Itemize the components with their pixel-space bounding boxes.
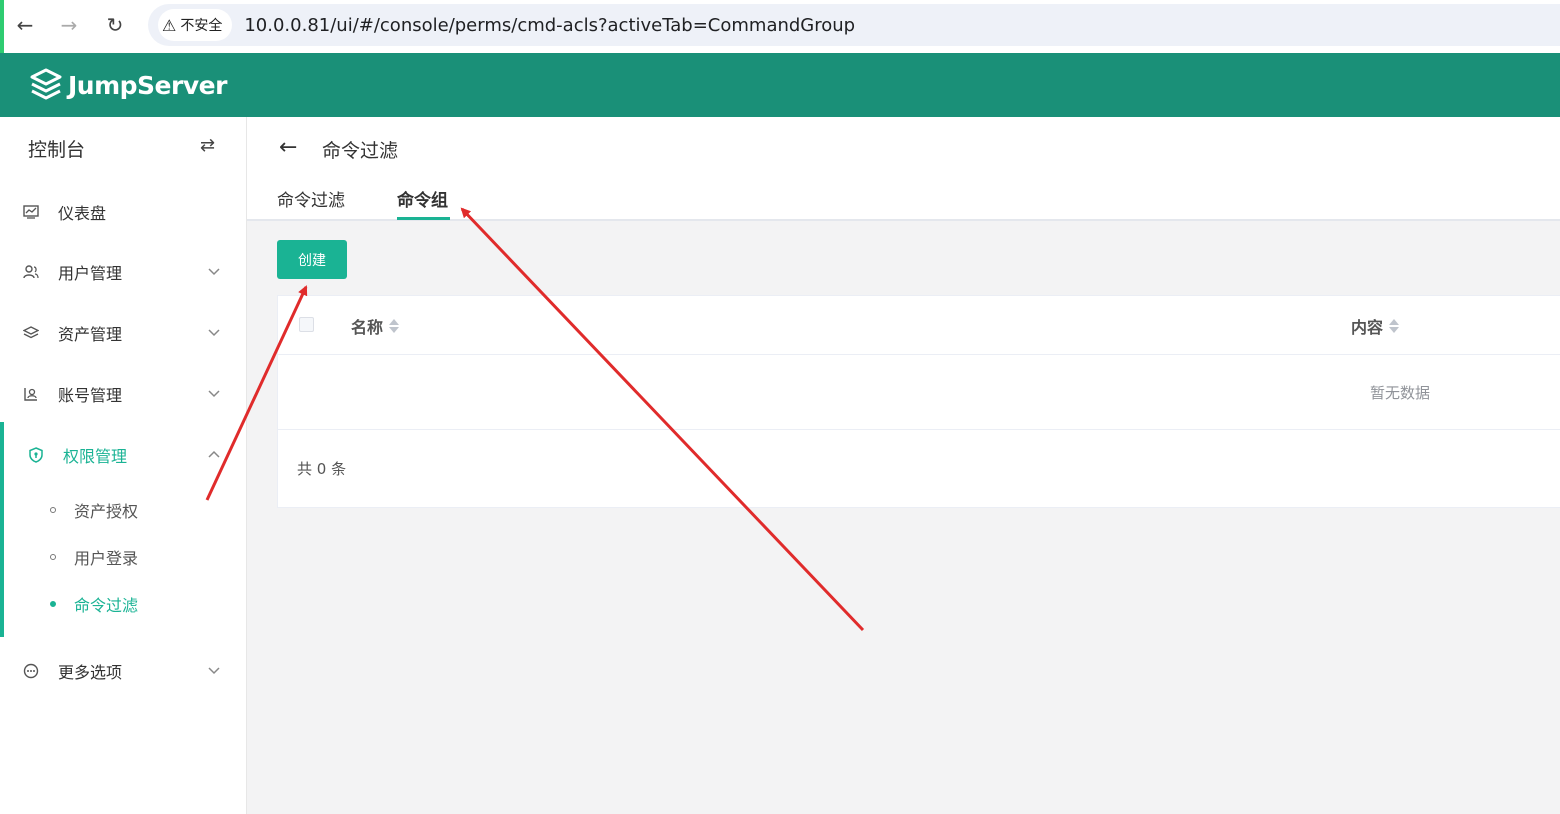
forward-icon[interactable]: → [52,8,86,42]
sidebar-item-more[interactable]: 更多选项 [0,641,246,701]
chevron-up-icon [208,450,220,458]
sidebar-title: 控制台 [28,139,86,161]
sidebar-item-label: 更多选项 [58,663,123,682]
dashboard-icon [22,203,40,221]
sidebar-subitem-asset-perms[interactable]: 资产授权 [50,498,138,522]
address-bar[interactable]: ⚠ 不安全 10.0.0.81/ui/#/console/perms/cmd-a… [148,4,1560,46]
page-title: 命令过滤 [322,140,399,162]
app-header: JumpServer [0,53,1560,117]
sort-icon[interactable] [389,319,400,333]
select-all-checkbox[interactable] [299,317,314,332]
security-label: 不安全 [180,18,223,34]
column-header-label: 内容 [1351,318,1384,337]
sidebar-subitem-label: 命令过滤 [74,596,139,615]
sidebar: 控制台 ⇄ 仪表盘 用户管理 资产管理 账号管理 权限管理 资产授权 用户登录 … [0,117,247,814]
sort-icon[interactable] [1389,319,1400,333]
chevron-down-icon [208,667,220,675]
bullet-icon [50,601,56,607]
back-arrow-icon[interactable]: ← [279,135,297,160]
back-icon[interactable]: ← [8,8,42,42]
chevron-down-icon [208,268,220,276]
sidebar-item-label: 用户管理 [58,264,123,283]
chevron-down-icon [208,329,220,337]
command-group-table: 名称 内容 暂无数据 共 0 条 [277,295,1560,508]
sidebar-subitem-label: 资产授权 [74,502,139,521]
sidebar-subitem-label: 用户登录 [74,549,139,568]
bullet-icon [50,554,56,560]
sidebar-item-users[interactable]: 用户管理 [0,242,246,302]
sidebar-item-assets[interactable]: 资产管理 [0,303,246,363]
url-text[interactable]: 10.0.0.81/ui/#/console/perms/cmd-acls?ac… [244,15,855,36]
browser-toolbar: ← → ↻ ⚠ 不安全 10.0.0.81/ui/#/console/perms… [0,0,1560,54]
warning-icon: ⚠ [162,15,177,35]
sidebar-item-label: 资产管理 [58,325,123,344]
logo-text: JumpServer [68,70,227,100]
active-tab-indicator [397,217,450,220]
sidebar-subitem-cmd-filter[interactable]: 命令过滤 [50,592,138,616]
column-header-content[interactable]: 内容 [1351,314,1400,338]
jumpserver-logo-icon [30,68,62,100]
reload-icon[interactable]: ↻ [98,8,132,42]
sidebar-item-accounts[interactable]: 账号管理 [0,364,246,424]
tab-command-group[interactable]: 命令组 [397,186,448,211]
empty-row: 暂无数据 [278,354,1560,430]
sidebar-item-label: 仪表盘 [58,204,107,223]
sidebar-item-perms[interactable]: 权限管理 [0,425,246,485]
more-icon [22,662,40,680]
chevron-down-icon [208,390,220,398]
table-header: 名称 内容 [278,296,1560,355]
create-button[interactable]: 创建 [277,240,347,279]
sidebar-item-dashboard[interactable]: 仪表盘 [0,182,246,242]
empty-text: 暂无数据 [1370,384,1431,402]
logo[interactable]: JumpServer [28,67,227,103]
pagination-total: 共 0 条 [297,460,347,478]
security-indicator[interactable]: ⚠ 不安全 [158,9,233,41]
page-header: ← 命令过滤 命令过滤 命令组 [247,117,1560,221]
shield-icon [27,446,45,464]
column-header-name[interactable]: 名称 [351,314,400,338]
account-icon [22,385,40,403]
users-icon [22,263,40,281]
sidebar-item-label: 权限管理 [63,447,128,466]
sidebar-subitem-user-login[interactable]: 用户登录 [50,545,138,569]
window-edge-strip [0,0,4,53]
bullet-icon [50,507,56,513]
sidebar-item-label: 账号管理 [58,386,123,405]
layers-icon [22,324,40,342]
switch-view-icon[interactable]: ⇄ [200,135,215,156]
column-header-label: 名称 [351,318,384,337]
tab-command-filter[interactable]: 命令过滤 [277,186,345,211]
